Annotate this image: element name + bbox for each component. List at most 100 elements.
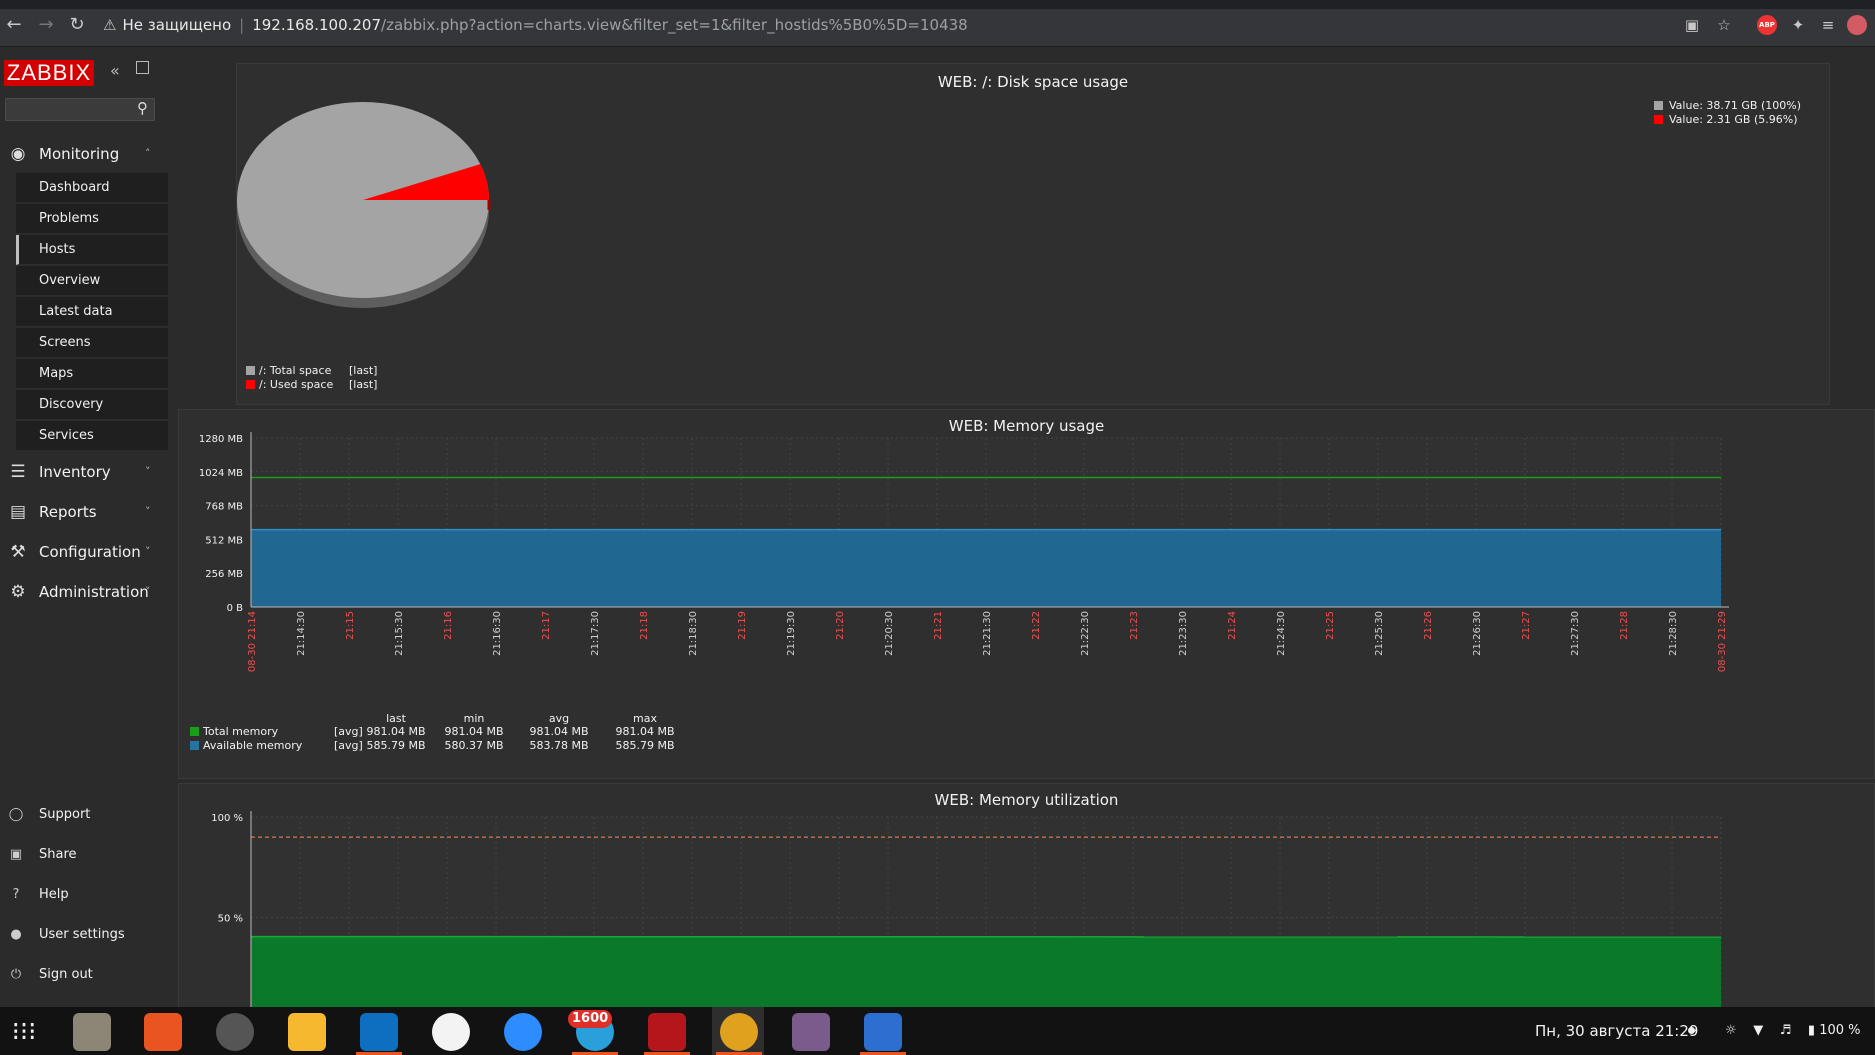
menu-reports[interactable]: ▤ Reports ˅ (0, 493, 168, 531)
x-tick-label: 21:16 (443, 611, 454, 640)
x-tick-label: 21:21:30 (982, 611, 993, 656)
menu-item-overview[interactable]: Overview (16, 266, 168, 296)
share-label: Share (39, 847, 77, 862)
chrome-app-icon[interactable] (720, 1013, 758, 1051)
menu-monitoring[interactable]: ◉ Monitoring ˄ (0, 135, 168, 173)
menu-administration[interactable]: ⚙ Administration ˅ (0, 573, 168, 611)
reading-list-icon[interactable]: ≡ (1818, 15, 1838, 35)
y-tick-label: 100 % (211, 813, 243, 824)
adblock-icon[interactable]: ABP (1757, 15, 1777, 35)
help-link[interactable]: ? Help (0, 880, 168, 910)
menu-item-discovery[interactable]: Discovery (16, 390, 168, 420)
disk-pie-svg: Value: 38.71 GB (100%) Value: 2.31 GB (5… (237, 99, 1801, 391)
x-tick-label: 21:24:30 (1276, 611, 1287, 656)
search-icon[interactable]: ⚲ (137, 99, 148, 117)
terminal-app-icon[interactable] (648, 1013, 686, 1051)
remote-desktop-app-icon[interactable] (792, 1013, 830, 1051)
x-tick-label: 21:19:30 (786, 611, 797, 656)
support-link[interactable]: ◯ Support (0, 800, 168, 830)
x-tick-label: 21:21 (933, 611, 944, 640)
reload-icon[interactable]: ↻ (66, 14, 88, 36)
security-label: Не защищено (122, 16, 232, 34)
pie-slice-used-space-side (487, 200, 491, 210)
kiosk-mode-icon[interactable] (136, 61, 149, 74)
share-link[interactable]: ▣ Share (0, 840, 168, 870)
warning-icon: ⚠ (103, 16, 117, 34)
legend-header-avg: avg (549, 712, 569, 725)
legend-total-memory: Total memory (202, 725, 279, 738)
x-tick-label: 21:23 (1129, 611, 1140, 640)
notes-app-icon[interactable] (288, 1013, 326, 1051)
tab-strip[interactable] (0, 0, 1875, 9)
y-tick-label: 1024 MB (199, 468, 243, 479)
search-input[interactable] (5, 98, 155, 121)
memory-y-axis: 0 B 256 MB 512 MB 768 MB 1024 MB 1280 MB (199, 432, 252, 614)
legend-total-memory-min: 981.04 MB (444, 725, 503, 738)
menu-item-hosts[interactable]: Hosts (16, 235, 168, 265)
x-tick-label: 21:14:30 (296, 611, 307, 656)
menu-inventory-label: Inventory (39, 463, 111, 481)
user-icon: ● (10, 927, 22, 942)
translate-icon[interactable]: ▣ (1682, 15, 1702, 35)
legend-total-memory-func: [avg] (334, 725, 363, 738)
x-tick-label: 21:20:30 (884, 611, 895, 656)
system-tray[interactable]: ☼ ▼ ♬ ▮ 100 % (1725, 1007, 1861, 1055)
app-grid-icon[interactable]: ⁝⁝⁝ (5, 1013, 43, 1051)
legend-header-last: last (386, 712, 407, 725)
zabbix-logo[interactable]: ZABBIX (4, 60, 94, 86)
memory-usage-svg: 0 B 256 MB 512 MB 768 MB 1024 MB 1280 MB 08-3… (190, 432, 1729, 752)
menu-configuration-label: Configuration (39, 543, 141, 561)
collapse-sidebar-icon[interactable]: « (110, 61, 120, 80)
back-icon[interactable]: ← (3, 14, 25, 36)
clock[interactable]: Пн, 30 августа 21:29 (1535, 1007, 1698, 1055)
legend-swatch-available-memory (190, 741, 199, 750)
legend-total-space-func: [last] (349, 364, 377, 377)
vscode-app-icon[interactable] (360, 1013, 398, 1051)
x-tick-label: 21:23:30 (1178, 611, 1189, 656)
forward-icon[interactable]: → (35, 14, 57, 36)
chevron-down-icon: ˅ (145, 585, 151, 598)
legend-swatch-used-space (246, 380, 255, 389)
settings-app-icon[interactable] (216, 1013, 254, 1051)
menu-item-dashboard[interactable]: Dashboard (16, 173, 168, 203)
main-content: WEB: /: Disk space usage Value: 38.71 GB… (168, 47, 1875, 1014)
menu-inventory[interactable]: ☰ Inventory ˅ (0, 453, 168, 491)
files-app-icon[interactable] (73, 1013, 111, 1051)
legend-total-memory-avg: 981.04 MB (529, 725, 588, 738)
brightness-icon: ☼ (1725, 1023, 1737, 1038)
battery-icon: ▮ (1807, 1023, 1816, 1038)
x-tick-label: 21:22 (1031, 611, 1042, 640)
zoom-app-icon[interactable] (504, 1013, 542, 1051)
writer-app-icon[interactable] (864, 1013, 902, 1051)
x-tick-label: 21:22:30 (1080, 611, 1091, 656)
taskbar: ⁝⁝⁝ 1600 Пн, 30 августа 21:29 ☼ ▼ ♬ ▮ 10… (0, 1007, 1875, 1055)
user-settings-link[interactable]: ● User settings (0, 920, 168, 950)
pie-chart (237, 102, 491, 308)
menu-monitoring-label: Monitoring (39, 145, 120, 163)
sign-out-link[interactable]: ⏻ Sign out (0, 960, 168, 990)
x-tick-label: 21:25 (1325, 611, 1336, 640)
slack-app-icon[interactable] (432, 1013, 470, 1051)
chevron-up-icon: ˄ (145, 147, 151, 160)
menu-item-screens[interactable]: Screens (16, 328, 168, 358)
x-tick-label: 08-30 21:14 (247, 611, 258, 672)
legend-swatch-total-space (246, 366, 255, 375)
software-app-icon[interactable] (144, 1013, 182, 1051)
address-bar[interactable]: ⚠ Не защищено | 192.168.100.207/zabbix.php?… (103, 11, 1703, 39)
legend-total-memory-last: 981.04 MB (366, 725, 425, 738)
menu-item-latest-data[interactable]: Latest data (16, 297, 168, 327)
legend-available-memory-max: 585.79 MB (615, 739, 674, 752)
extensions-icon[interactable]: ✦ (1788, 15, 1808, 35)
gear-icon: ⚙ (10, 582, 26, 602)
profile-avatar[interactable] (1847, 15, 1867, 35)
sign-out-label: Sign out (39, 967, 93, 982)
series-utilization-area (251, 936, 1721, 1014)
y-tick-label: 50 % (218, 914, 243, 925)
menu-item-problems[interactable]: Problems (16, 204, 168, 234)
menu-item-services[interactable]: Services (16, 421, 168, 451)
bookmark-star-icon[interactable]: ☆ (1714, 15, 1734, 35)
menu-configuration[interactable]: ⚒ Configuration ˅ (0, 533, 168, 571)
menu-item-maps[interactable]: Maps (16, 359, 168, 389)
legend-available-memory-last: 585.79 MB (366, 739, 425, 752)
memory-utilization-svg: 50 % 100 % (211, 811, 1722, 1014)
